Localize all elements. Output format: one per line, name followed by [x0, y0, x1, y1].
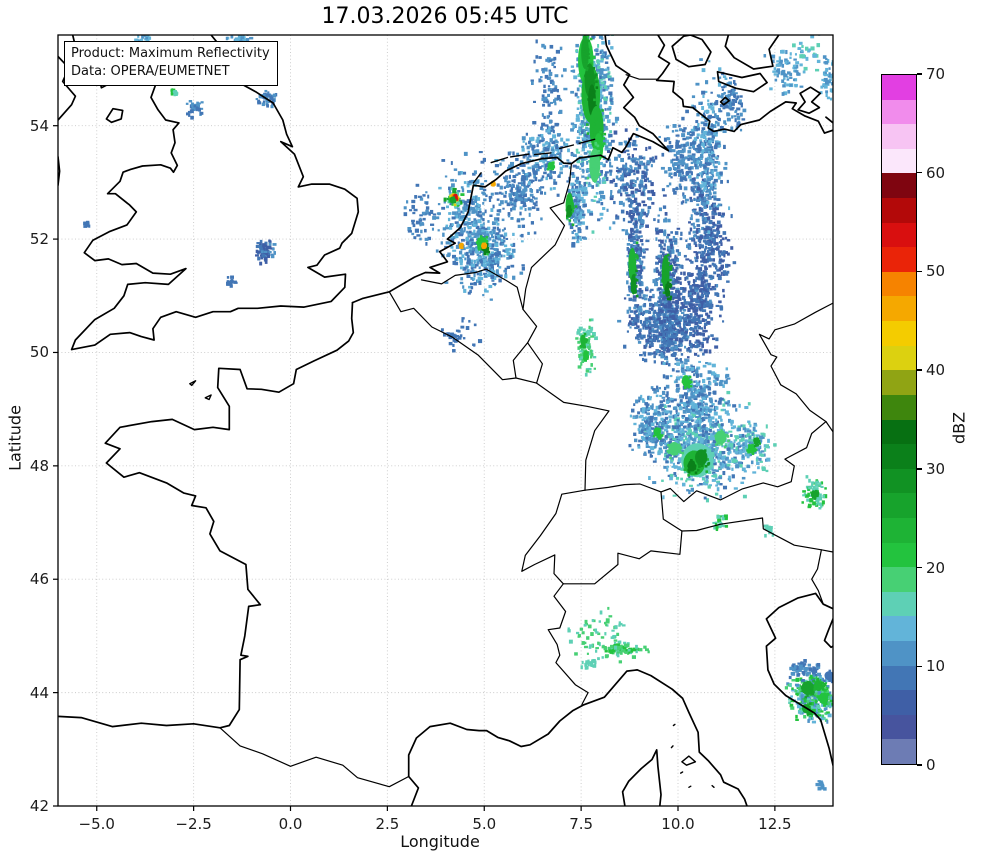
country-borders	[219, 74, 833, 788]
colorbar-tick-label: 10	[926, 657, 946, 676]
colorbar-segment	[882, 714, 916, 740]
colorbar-segment	[882, 75, 916, 100]
x-tick-label: −5.0	[78, 815, 115, 833]
colorbar-segment	[882, 99, 916, 125]
x-tick-label: 12.5	[758, 815, 792, 833]
y-tick-label: 50	[29, 343, 49, 362]
colorbar-tick	[917, 665, 922, 667]
colorbar-segment	[882, 616, 916, 642]
colorbar-tick-label: 30	[926, 459, 946, 478]
colorbar-tick	[917, 73, 922, 75]
product-annotation: Product: Maximum Reflectivity Data: OPER…	[64, 41, 278, 86]
radar-figure: 17.03.2026 05:45 UTC Product: Maximum Re…	[0, 0, 985, 860]
colorbar-segment	[882, 345, 916, 371]
colorbar-tick-label: 0	[926, 756, 936, 774]
colorbar-segment	[882, 124, 916, 149]
y-axis-label: Latitude	[5, 405, 25, 471]
colorbar-tick	[917, 172, 922, 174]
colorbar-tick	[917, 369, 922, 371]
product-line: Product: Maximum Reflectivity	[71, 46, 270, 61]
colorbar-segment	[882, 517, 916, 543]
colorbar-segment	[882, 739, 916, 765]
colorbar-segment	[882, 247, 916, 272]
colorbar-segment	[882, 444, 916, 469]
colorbar-tick-label: 60	[926, 163, 946, 182]
radar-echoes	[83, 35, 833, 791]
x-tick-label: −2.5	[175, 815, 212, 833]
colorbar-segment	[882, 222, 916, 248]
map-canvas	[53, 34, 834, 811]
colorbar-segment	[882, 419, 916, 445]
y-tick-label: 44	[29, 683, 49, 702]
x-tick-label: 5.0	[472, 815, 497, 833]
x-axis-label: Longitude	[400, 832, 480, 851]
y-tick-label: 46	[29, 570, 49, 589]
colorbar-tick	[917, 468, 922, 470]
colorbar-tick-label: 20	[926, 558, 946, 577]
colorbar-segment	[882, 198, 916, 223]
colorbar-segment	[882, 641, 916, 666]
colorbar-segment	[882, 321, 916, 346]
colorbar-tick	[917, 764, 922, 766]
colorbar-label: dBZ	[949, 411, 969, 445]
colorbar-tick	[917, 270, 922, 273]
colorbar-tick-label: 70	[926, 65, 946, 83]
colorbar-tick	[917, 566, 922, 569]
colorbar-tick-label: 40	[926, 361, 946, 380]
colorbar	[881, 74, 917, 765]
colorbar-segment	[882, 148, 916, 174]
figure-title: 17.03.2026 05:45 UTC	[321, 4, 569, 29]
x-tick-label: 2.5	[375, 815, 400, 833]
colorbar-segment	[882, 173, 916, 199]
colorbar-segment	[882, 370, 916, 395]
colorbar-segment	[882, 296, 916, 322]
colorbar-segment	[882, 271, 916, 297]
colorbar-segment	[882, 567, 916, 592]
x-tick-label: 10.0	[661, 815, 695, 833]
colorbar-segment	[882, 665, 916, 691]
colorbar-tick-label: 50	[926, 262, 946, 281]
y-tick-label: 54	[29, 116, 49, 135]
data-source-line: Data: OPERA/EUMETNET	[71, 64, 230, 79]
colorbar-segment	[882, 542, 916, 568]
colorbar-segment	[882, 468, 916, 494]
colorbar-segment	[882, 493, 916, 518]
x-tick-label: 0.0	[278, 815, 303, 833]
y-tick-label: 48	[29, 456, 49, 475]
y-tick-label: 42	[29, 797, 49, 815]
colorbar-segment	[882, 394, 916, 420]
colorbar-segment	[882, 591, 916, 617]
colorbar-segment	[882, 690, 916, 715]
y-tick-label: 52	[29, 230, 49, 249]
x-tick-label: 7.5	[569, 815, 594, 833]
